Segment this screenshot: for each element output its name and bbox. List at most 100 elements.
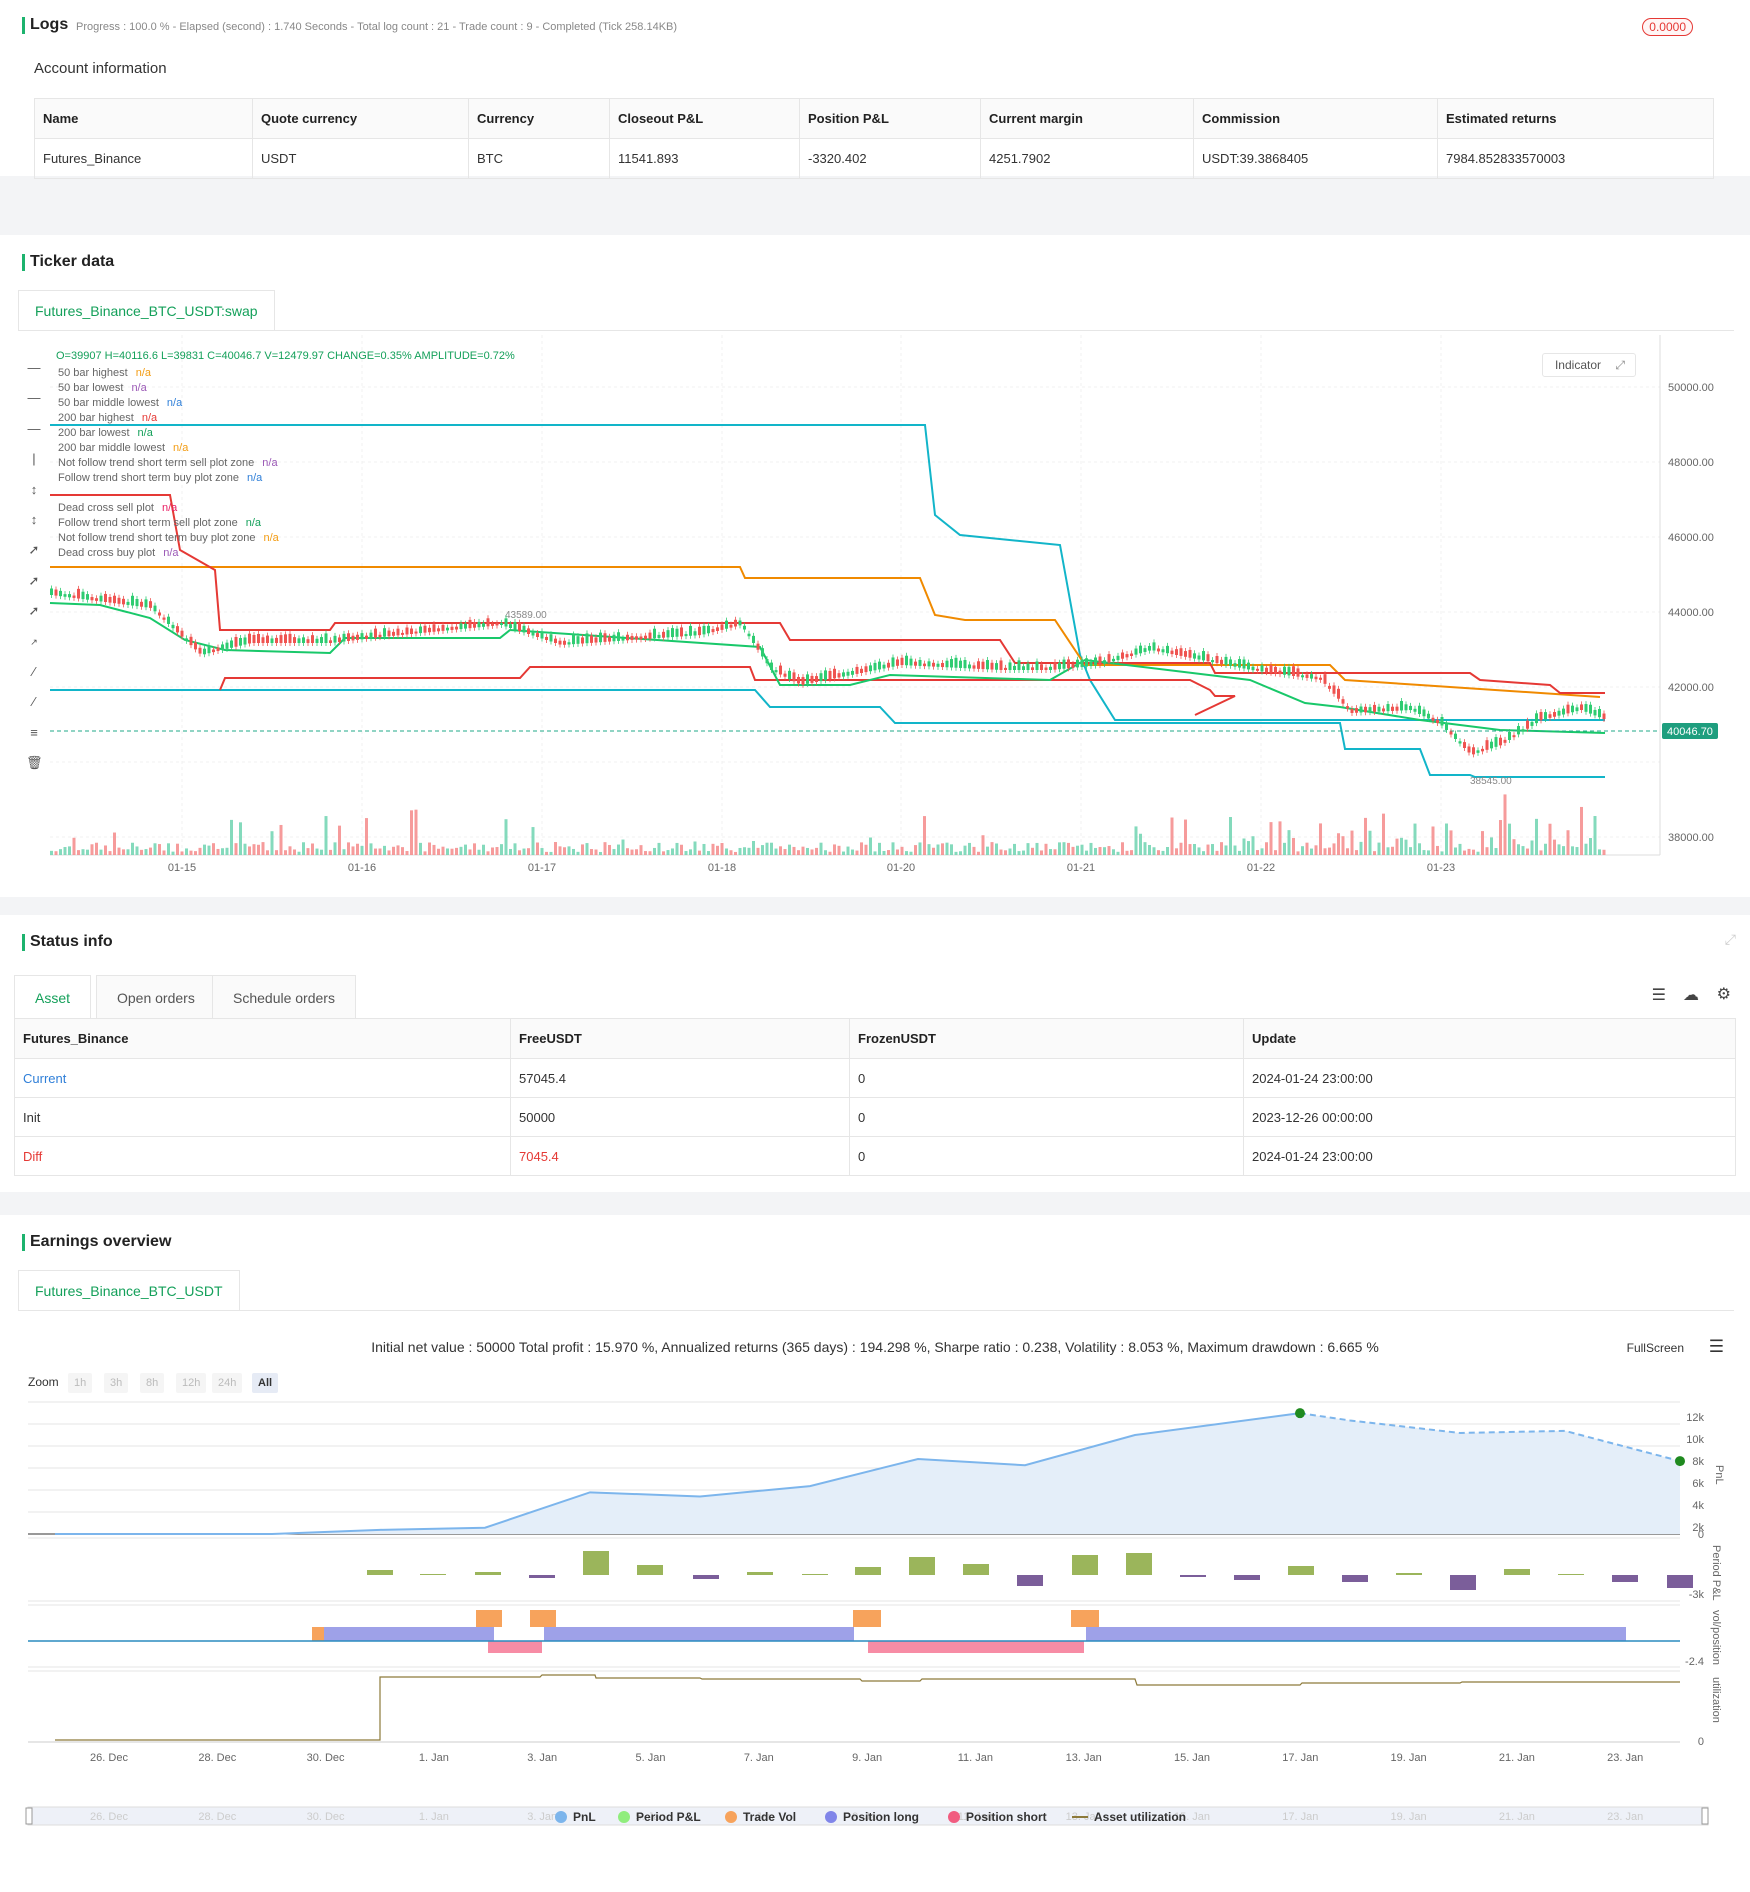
cloud-download-icon[interactable]: ☁ — [1683, 985, 1699, 1005]
candle — [1458, 741, 1462, 744]
legend-swatch — [555, 1811, 567, 1823]
legend-value: n/a — [131, 382, 147, 394]
y-tick: 4k — [1692, 1500, 1704, 1512]
cell: Diff — [14, 1136, 511, 1176]
volume-bar — [153, 843, 157, 855]
volume-bar — [954, 851, 958, 855]
legend-item[interactable]: Position short — [948, 1810, 1047, 1824]
legend-item[interactable]: Dead cross sell plot n/a — [58, 502, 177, 514]
candle — [446, 627, 449, 631]
legend-item[interactable]: Follow trend short term sell plot zone n/… — [58, 517, 261, 529]
x-tick: 11. Jan — [958, 1752, 993, 1764]
legend-item[interactable]: Not follow trend short term buy plot zon… — [58, 532, 279, 544]
indicator-button[interactable]: Indicator ⤢ — [1541, 353, 1636, 377]
volume-bar — [1085, 850, 1088, 855]
account-table: Name Quote currency Currency Closeout P&… — [34, 98, 1714, 179]
volume-bar — [558, 846, 562, 855]
volume-bar — [855, 850, 859, 855]
volume-bar — [1323, 848, 1327, 855]
gear-icon[interactable]: ⚙ — [1717, 984, 1731, 1004]
zoom-8h[interactable]: 8h — [140, 1373, 165, 1393]
candle — [1400, 701, 1403, 711]
legend-item[interactable]: Trade Vol — [725, 1810, 796, 1824]
legend-item[interactable]: 200 bar highest n/a — [58, 412, 157, 424]
zoom-1h[interactable]: 1h — [68, 1373, 93, 1393]
legend-item[interactable]: 50 bar highest n/a — [58, 367, 151, 379]
volume-bar — [590, 849, 593, 855]
legend-item[interactable]: PnL — [555, 1810, 596, 1824]
volume-bar — [1467, 848, 1471, 855]
volume-bar — [1409, 847, 1412, 855]
legend-item[interactable]: 200 bar middle lowest n/a — [58, 442, 188, 454]
candle — [1440, 717, 1444, 726]
volume-bar — [347, 842, 350, 855]
candle — [419, 626, 422, 634]
volume-bar — [95, 842, 98, 855]
col-exchange: Futures_Binance — [14, 1018, 511, 1059]
candle — [1346, 706, 1349, 709]
candle — [266, 635, 269, 643]
volume-bar — [914, 845, 917, 855]
zoom-12h[interactable]: 12h — [176, 1373, 207, 1393]
candle — [1301, 675, 1304, 678]
candle — [261, 637, 265, 643]
legend-item[interactable]: Period P&L — [618, 1810, 701, 1824]
candle — [792, 672, 796, 682]
cell: 2024-01-24 23:00:00 — [1243, 1058, 1736, 1098]
legend-name: Position short — [966, 1810, 1047, 1824]
legend-item[interactable]: 50 bar middle lowest n/a — [58, 397, 182, 409]
tab-asset[interactable]: Asset — [14, 975, 92, 1020]
period-bar — [963, 1564, 989, 1575]
candle — [1035, 661, 1039, 670]
zoom-24h[interactable]: 24h — [212, 1373, 243, 1393]
legend-item[interactable]: Follow trend short term buy plot zone n/a — [58, 472, 262, 484]
candle — [747, 633, 751, 637]
candle — [252, 634, 256, 643]
volume-bar — [1193, 844, 1196, 855]
legend-item[interactable] — [58, 487, 66, 499]
x-tick: 01-16 — [348, 862, 376, 874]
fullscreen-button[interactable]: FullScreen — [1627, 1341, 1684, 1355]
volume-bar — [1121, 842, 1124, 855]
expand-icon[interactable]: ⤢ — [1615, 354, 1625, 376]
menu-icon[interactable]: ☰ — [1709, 1337, 1724, 1357]
candle — [1391, 706, 1394, 711]
volume-bar — [104, 845, 107, 855]
legend-item[interactable]: 50 bar lowest n/a — [58, 382, 147, 394]
tab-schedule-orders[interactable]: Schedule orders — [212, 975, 356, 1020]
candle — [1499, 737, 1502, 746]
volume-bar — [1071, 846, 1075, 855]
legend-item[interactable]: Position long — [825, 1810, 919, 1824]
navigator-tick: 26. Dec — [90, 1811, 128, 1823]
collapse-icon[interactable]: ⤢ — [1725, 931, 1736, 948]
legend-item[interactable]: 200 bar lowest n/a — [58, 427, 153, 439]
volume-bar — [684, 851, 688, 855]
volume-bar — [702, 843, 706, 855]
tab-open-orders[interactable]: Open orders — [96, 975, 216, 1020]
ticker-tab[interactable]: Futures_Binance_BTC_USDT:swap — [18, 290, 275, 330]
y-tick: 48000.00 — [1668, 457, 1714, 469]
volume-bar — [1157, 850, 1160, 855]
cell: 4251.7902 — [980, 138, 1194, 179]
legend-item[interactable]: Dead cross buy plot n/a — [58, 547, 179, 559]
legend-item[interactable]: Asset utilization — [1072, 1810, 1186, 1824]
earnings-chart[interactable]: 12k 10k 8k 6k 4k 2k 0 PnL -3k Period P&L… — [0, 1395, 1750, 1835]
candle — [995, 663, 998, 670]
legend-value: n/a — [135, 367, 152, 379]
candle — [761, 648, 764, 657]
zoom-all[interactable]: All — [252, 1373, 279, 1393]
volume-bar — [1593, 816, 1597, 855]
legend-item[interactable]: Not follow trend short term sell plot zo… — [58, 457, 278, 469]
candle — [1593, 709, 1597, 716]
candle — [1175, 649, 1178, 655]
list-icon[interactable]: ☰ — [1652, 985, 1666, 1005]
candlestick-chart[interactable]: 40046.70 43589.00 38545.00 50000.00 4800… — [0, 335, 1750, 875]
volume-bar — [1436, 845, 1439, 855]
zoom-3h[interactable]: 3h — [104, 1373, 129, 1393]
earnings-tab[interactable]: Futures_Binance_BTC_USDT — [18, 1270, 240, 1310]
col-closeout-pnl: Closeout P&L — [609, 98, 800, 139]
y-tick: 38000.00 — [1668, 832, 1714, 844]
volume-bar — [504, 819, 508, 855]
volume-bar — [1548, 823, 1552, 855]
volume-bar — [1134, 826, 1138, 855]
